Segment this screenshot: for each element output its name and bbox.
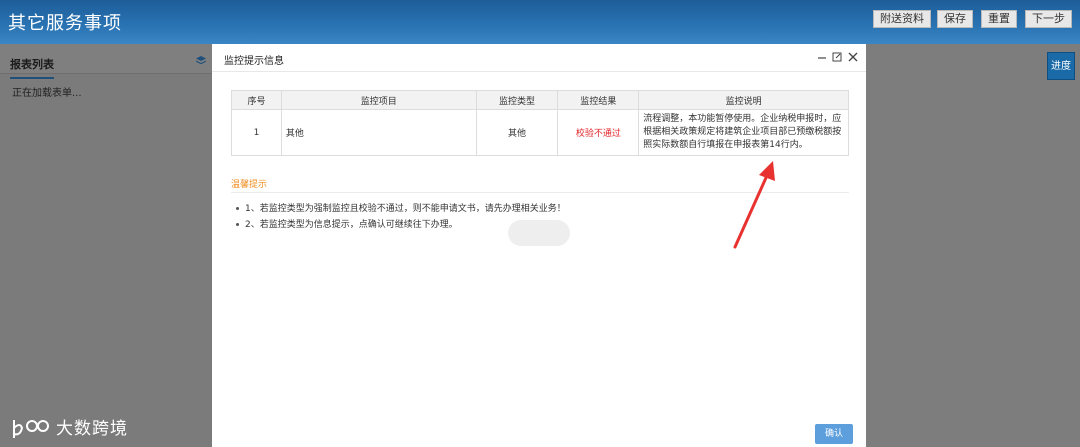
- monitor-table: 序号 监控项目 监控类型 监控结果 监控说明 1 其他 其他 校验不通过 流程调…: [231, 90, 849, 156]
- save-button[interactable]: 保存: [937, 10, 973, 28]
- progress-button[interactable]: 进度: [1047, 52, 1075, 80]
- attach-docs-button[interactable]: 附送资料: [873, 10, 931, 28]
- loading-text: 正在加载表单...: [12, 88, 82, 99]
- reset-button[interactable]: 重置: [981, 10, 1017, 28]
- tips-title: 温馨提示: [231, 180, 268, 190]
- cell-item: 其他: [280, 109, 477, 156]
- col-header-item: 监控项目: [280, 90, 477, 110]
- brand-logo-icon: [13, 420, 49, 438]
- cell-no: 1: [231, 109, 282, 156]
- report-list-panel: 报表列表 正在加载表单...: [0, 44, 212, 447]
- col-header-desc: 监控说明: [638, 90, 849, 110]
- col-header-no: 序号: [231, 90, 282, 110]
- maximize-icon[interactable]: [830, 50, 844, 64]
- col-header-result: 监控结果: [557, 90, 640, 110]
- app-title: 其它服务事项: [8, 13, 122, 34]
- cell-desc: 流程调整，本功能暂停使用。企业纳税申报时，应根据相关政策规定将建筑企业项目部已预…: [638, 109, 849, 156]
- tip-item: 1、若监控类型为强制监控且校验不通过，则不能申请文书，请先办理相关业务！: [236, 201, 566, 214]
- tip-item: 2、若监控类型为信息提示，点确认可继续往下办理。: [236, 217, 458, 230]
- confirm-button[interactable]: 确认: [815, 424, 853, 444]
- tip-text-1: 1、若监控类型为强制监控且校验不通过，则不能申请文书，请先办理相关业务！: [245, 204, 566, 214]
- col-header-type: 监控类型: [475, 90, 559, 110]
- app-header: 其它服务事项 附送资料 保存 重置 下一步: [0, 0, 1080, 44]
- bullet-icon: [236, 207, 239, 210]
- cell-result: 校验不通过: [557, 109, 640, 156]
- table-row: 1 其他 其他 校验不通过 流程调整，本功能暂停使用。企业纳税申报时，应根据相关…: [231, 109, 849, 156]
- layers-icon[interactable]: [196, 56, 206, 66]
- close-icon[interactable]: [846, 50, 860, 64]
- report-list-header: 报表列表: [0, 44, 212, 79]
- tip-text-2: 2、若监控类型为信息提示，点确认可继续往下办理。: [245, 220, 458, 230]
- watermark-text: 大数跨境: [56, 419, 128, 439]
- dialog-header: 监控提示信息: [212, 44, 866, 72]
- loading-toast: [508, 220, 570, 246]
- report-list-tab[interactable]: 报表列表: [10, 56, 54, 79]
- cell-type: 其他: [475, 109, 559, 156]
- next-step-button[interactable]: 下一步: [1025, 10, 1072, 28]
- annotation-arrow-icon: [733, 161, 775, 249]
- right-panel: [866, 44, 1080, 447]
- minimize-icon[interactable]: [815, 50, 829, 64]
- dialog-title: 监控提示信息: [224, 56, 284, 67]
- watermark: 大数跨境: [10, 414, 128, 442]
- bullet-icon: [236, 223, 239, 226]
- table-header-row: 序号 监控项目 监控类型 监控结果 监控说明: [231, 90, 849, 110]
